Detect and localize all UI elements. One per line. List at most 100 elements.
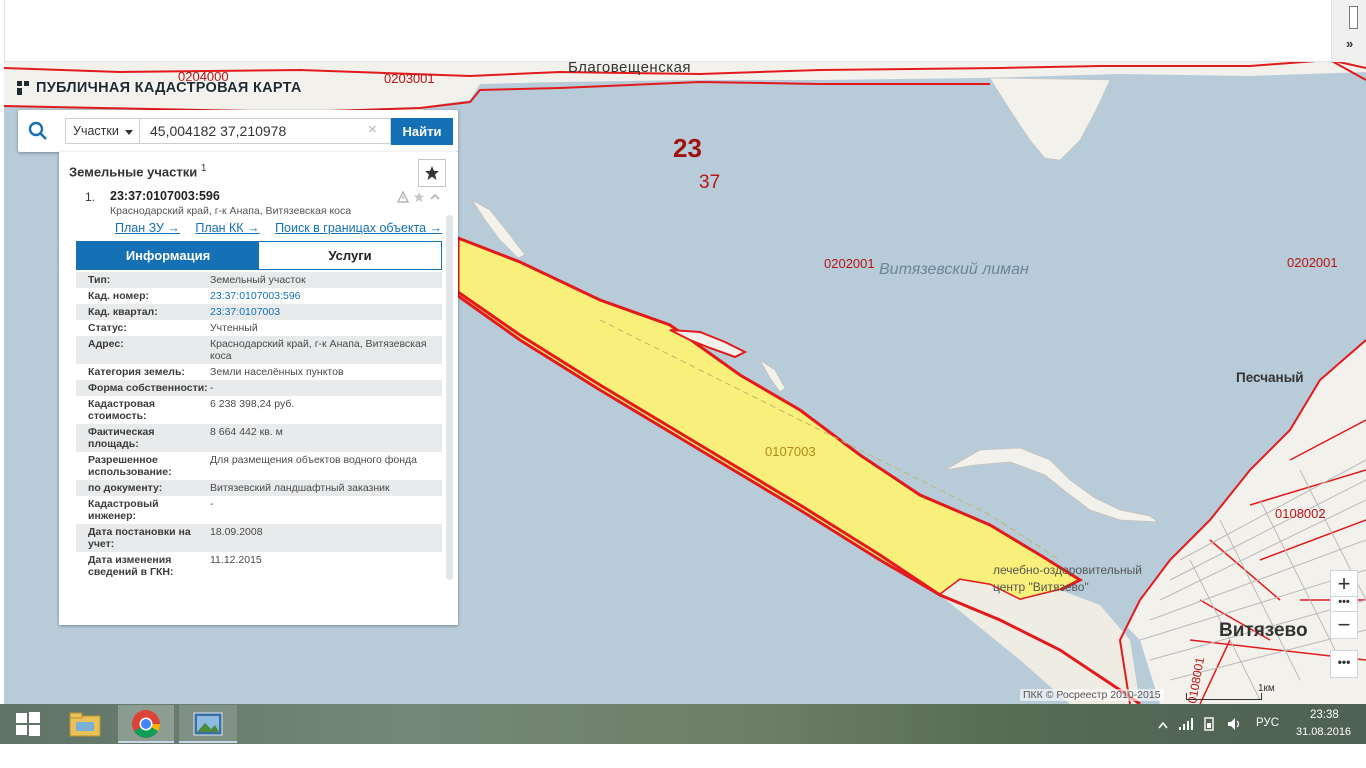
item-index: 1. (85, 190, 96, 204)
attribute-value: 11.12.2015 (210, 554, 262, 566)
zoom-slider-handle[interactable]: ••• (1330, 596, 1358, 612)
attribute-value: Краснодарский край, г-к Анапа, Витязевск… (210, 338, 427, 362)
attribute-key: Дата постановки на учет: (88, 526, 191, 550)
more-chevron-icon[interactable]: » (1346, 36, 1353, 51)
item-cad-number[interactable]: 23:37:0107003:596 (110, 189, 220, 203)
chrome-icon (132, 710, 160, 738)
copyright: ПКК © Росреестр 2010-2015 (1020, 689, 1164, 701)
item-address: Краснодарский край, г-к Анапа, Витязевск… (110, 205, 352, 217)
clock-time[interactable]: 23:38 (1310, 709, 1339, 721)
attribute-row: Фактическая площадь: 8 664 442 кв. м (76, 424, 442, 452)
attribute-row: Категория земель: Земли населённых пункто… (76, 364, 442, 380)
input-language[interactable]: РУС (1256, 717, 1279, 729)
more-tools-button[interactable]: ••• (1330, 650, 1358, 678)
tab-information[interactable]: Информация (77, 242, 259, 269)
star-icon (425, 166, 439, 180)
scrollbar-thumb[interactable] (1349, 6, 1358, 29)
label-blagoveshchenskaya: Благовещенская (568, 62, 691, 76)
attribute-value: - (210, 498, 214, 510)
scale-bar (1186, 693, 1262, 700)
scale-label: 1км (1258, 683, 1275, 694)
attribute-table: Тип: Земельный участок Кад. номер: 23:37:01… (76, 272, 442, 580)
result-count: 1 (200, 163, 207, 174)
chevron-up-icon[interactable] (429, 191, 441, 203)
attribute-row: Кад. квартал: 23:37:0107003 (76, 304, 442, 320)
label-center-2: центр "Витязево" (993, 580, 1089, 594)
panel-title-text: Земельные участки (69, 164, 198, 180)
item-actions (397, 191, 441, 203)
search-icon[interactable] (28, 121, 48, 141)
attribute-value: 18.09.2008 (210, 526, 263, 538)
tab-services[interactable]: Услуги (259, 242, 441, 269)
attribute-row: Кад. номер: 23:37:0107003:596 (76, 288, 442, 304)
attribute-key: Тип: (88, 274, 111, 286)
windows-logo-icon (16, 712, 40, 736)
panel-scrollbar[interactable] (446, 215, 453, 580)
label-0203001: 0203001 (384, 71, 435, 86)
taskbar-photos[interactable] (179, 705, 237, 743)
battery-icon[interactable] (1202, 717, 1216, 731)
label-liman: Витязевский лиман (879, 261, 1029, 278)
zoom-out-button[interactable]: − (1330, 611, 1358, 639)
attribute-row: Кадастровый инженер: - (76, 496, 442, 524)
attribute-row: Статус: Учтенный (76, 320, 442, 336)
search-input[interactable]: 45,004182 37,210978 (139, 118, 391, 144)
attribute-key: Форма собственности: (88, 382, 208, 394)
attribute-key: Кад. квартал: (88, 306, 158, 318)
tray-chevron-up-icon[interactable] (1158, 721, 1168, 729)
taskbar-explorer[interactable] (58, 705, 112, 743)
attribute-row: Дата постановки на учет: 18.09.2008 (76, 524, 442, 552)
zoom-in-button[interactable]: + (1330, 570, 1358, 598)
search-type-select[interactable]: Участки (65, 118, 140, 144)
attribute-row: Адрес: Краснодарский край, г-к Анапа, Вит… (76, 336, 442, 364)
clear-icon[interactable]: × (368, 122, 377, 138)
link-plan-kk[interactable]: План КК → (195, 221, 259, 235)
taskbar: РУС 23:38 31.08.2016 (0, 704, 1366, 744)
attribute-key: Кад. номер: (88, 290, 150, 302)
star-outline-icon[interactable] (413, 191, 425, 203)
label-region-37: 37 (699, 172, 720, 193)
label-0108002: 0108002 (1275, 506, 1326, 521)
volume-icon[interactable] (1227, 717, 1241, 731)
clock-date[interactable]: 31.08.2016 (1296, 726, 1351, 738)
signal-icon[interactable] (1179, 718, 1193, 730)
attribute-value: Земли населённых пунктов (210, 366, 344, 378)
attribute-key: Разрешенное использование: (88, 454, 172, 478)
attribute-value[interactable]: 23:37:0107003:596 (208, 290, 442, 302)
attribute-value: Для размещения объектов водного фонда (210, 454, 417, 466)
app-title: ПУБЛИЧНАЯ КАДАСТРОВАЯ КАРТА (36, 80, 302, 96)
pkk-logo-icon (17, 81, 29, 95)
results-panel: Земельные участки 1 1. 23:37:0107003:596… (59, 152, 458, 625)
attribute-row: Дата изменения сведений в ГКН: 11.12.2015 (76, 552, 442, 580)
label-0202001-b: 0202001 (1287, 255, 1338, 270)
attribute-key: Кадастровый инженер: (88, 498, 159, 522)
attribute-value: - (210, 382, 214, 394)
panel-title: Земельные участки 1 (69, 163, 206, 179)
label-center-1: лечебно-оздоровительный (993, 563, 1142, 577)
link-plan-zu[interactable]: План ЗУ → (115, 221, 180, 235)
attribute-value: 8 664 442 кв. м (210, 426, 283, 438)
favorite-button[interactable] (418, 159, 446, 187)
attribute-key: Адрес: (88, 338, 124, 350)
folder-icon (69, 712, 101, 737)
search-type-value: Участки (73, 124, 119, 138)
attribute-value: Учтенный (210, 322, 258, 334)
link-search-in-bounds[interactable]: Поиск в границах объекта → (275, 221, 442, 235)
attribute-key: Фактическая площадь: (88, 426, 155, 450)
attribute-value[interactable]: 23:37:0107003 (208, 306, 442, 318)
start-button[interactable] (0, 705, 56, 743)
attribute-key: по документу: (88, 482, 163, 494)
browser-bar (4, 0, 1332, 62)
attribute-row: Форма собственности: - (76, 380, 442, 396)
search-button[interactable]: Найти (391, 118, 453, 145)
attribute-value: Витязевский ландшафтный заказник (210, 482, 390, 494)
taskbar-chrome[interactable] (118, 705, 174, 743)
item-links: План ЗУ → План КК → Поиск в границах объ… (115, 221, 454, 235)
attribute-row: Кадастровая стоимость: 6 238 398,24 руб. (76, 396, 442, 424)
warning-icon[interactable] (397, 191, 409, 203)
label-0107003: 0107003 (765, 444, 816, 459)
chevron-down-icon (125, 130, 133, 135)
attribute-value: 6 238 398,24 руб. (210, 398, 295, 410)
search-panel: Участки 45,004182 37,210978 × Найти (18, 110, 458, 152)
screen-bottom-margin (0, 744, 1366, 768)
